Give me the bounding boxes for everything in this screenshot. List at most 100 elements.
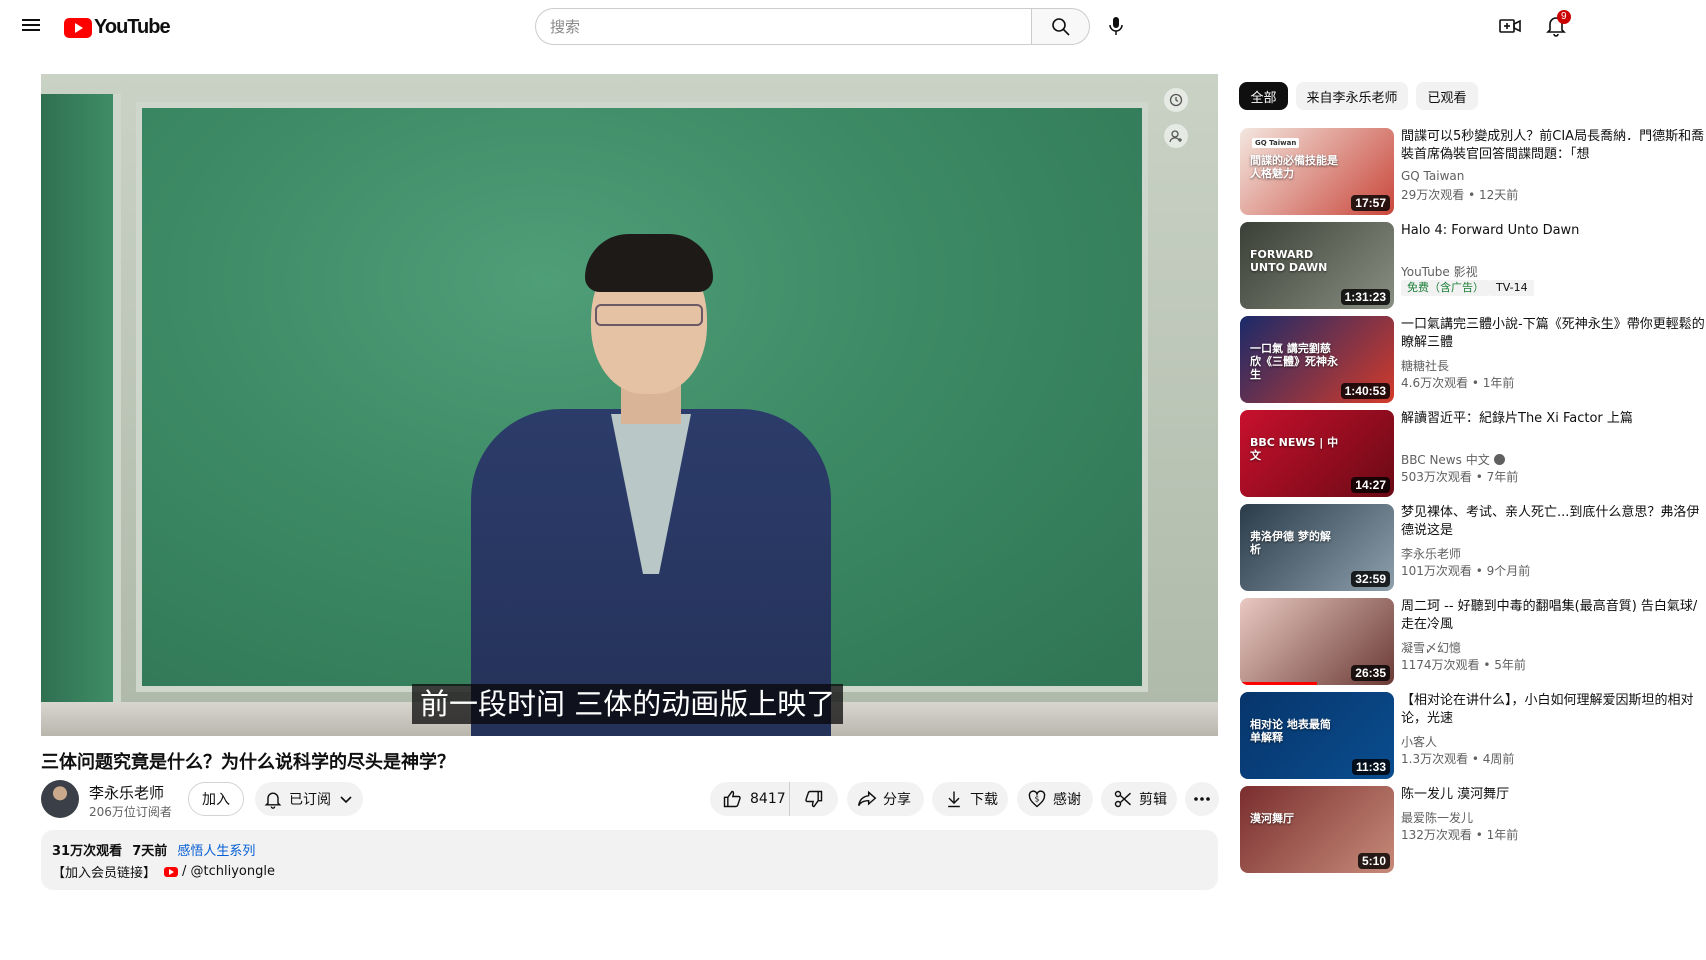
video-subtitle: 前一段时间 三体的动画版上映了 — [412, 684, 844, 724]
recommendation-channel[interactable]: BBC News 中文 — [1401, 451, 1505, 468]
recommendation-title[interactable]: 周二珂 -- 好聽到中毒的翻唱集(最高音質) 告白氣球/走在冷風 — [1401, 598, 1706, 634]
recommendation-channel[interactable]: YouTube 影视 — [1401, 263, 1478, 280]
download-button[interactable]: 下载 — [932, 782, 1008, 816]
share-button[interactable]: 分享 — [847, 782, 924, 816]
recommendation-title[interactable]: 一口氣講完三體小說-下篇《死神永生》帶你更輕鬆的瞭解三體 — [1401, 316, 1706, 352]
thumbnail-text: 間諜的必備技能是人格魅力 — [1250, 154, 1338, 180]
search-icon — [1051, 17, 1070, 36]
upload-time: 7天前 — [132, 844, 168, 859]
share-label: 分享 — [883, 792, 911, 808]
download-icon — [948, 791, 960, 808]
recommendation-title[interactable]: 解讀習近平：紀錄片The Xi Factor 上篇 — [1401, 410, 1706, 428]
more-actions-button[interactable] — [1185, 782, 1219, 816]
thumbs-down-icon — [805, 790, 823, 808]
recommendation-thumbnail[interactable]: 弗洛伊德 梦的解析 32:59 — [1240, 504, 1394, 591]
verified-icon — [1493, 454, 1505, 465]
channel-name[interactable]: 李永乐老师 — [89, 782, 164, 803]
recommendation-thumbnail[interactable]: 漠河舞厅 5:10 — [1240, 786, 1394, 873]
clip-label: 剪辑 — [1139, 792, 1167, 808]
channel-name: GQ Taiwan — [1401, 169, 1465, 183]
recommendation-thumbnail[interactable]: FORWARD UNTO DAWN 1:31:23 — [1240, 222, 1394, 309]
watch-later-button[interactable] — [1164, 88, 1188, 112]
recommendation-meta: 132万次观看 • 1年前 — [1401, 828, 1519, 842]
recommendation-thumbnail[interactable]: GQ Taiwan 間諜的必備技能是人格魅力 17:57 — [1240, 128, 1394, 215]
recommendation-channel[interactable]: 李永乐老师 — [1401, 545, 1461, 562]
recommendation-title[interactable]: 【相对论在讲什么】，小白如何理解爱因斯坦的相对论，光速 — [1401, 692, 1706, 728]
svg-text:$: $ — [1035, 795, 1040, 804]
free-with-ads-badge: 免费（含广告） — [1401, 280, 1490, 296]
recommendation-item[interactable]: FORWARD UNTO DAWN 1:31:23 Halo 4: Forward … — [1240, 222, 1706, 310]
search-input[interactable]: 搜索 — [535, 8, 1032, 45]
recommendation-thumbnail[interactable]: 26:35 — [1240, 598, 1394, 685]
voice-search-button[interactable] — [1100, 10, 1132, 42]
presenter — [471, 234, 851, 736]
thumbnail-text: 漠河舞厅 — [1250, 812, 1294, 825]
recommendation-item[interactable]: GQ Taiwan 間諜的必備技能是人格魅力 17:57 間諜可以5秒變成別人？前CI… — [1240, 128, 1706, 216]
top-bar: YouTube 搜索 9 — [0, 0, 1706, 58]
notification-count-badge: 9 — [1557, 10, 1571, 24]
thumbnail-text: 弗洛伊德 梦的解析 — [1250, 530, 1331, 556]
thumbs-up-icon — [723, 790, 741, 808]
recommendation-meta: 29万次观看 • 12天前 — [1401, 188, 1519, 202]
recommendation-meta: 503万次观看 • 7年前 — [1401, 470, 1519, 484]
chevron-down-icon — [340, 796, 352, 804]
recommendation-title[interactable]: 陈一发儿 漠河舞厅 — [1401, 786, 1706, 804]
recommendation-meta: 4.6万次观看 • 1年前 — [1401, 376, 1515, 390]
recommendation-channel[interactable]: 小客人 — [1401, 733, 1437, 750]
video-duration: 26:35 — [1351, 665, 1390, 681]
chip-from-channel[interactable]: 来自李永乐老师 — [1296, 82, 1408, 110]
recommendation-item[interactable]: 26:35 周二珂 -- 好聽到中毒的翻唱集(最高音質) 告白氣球/走在冷風凝雪〆… — [1240, 598, 1706, 686]
create-button[interactable] — [1498, 14, 1524, 40]
menu-icon[interactable] — [22, 16, 42, 36]
subscribed-button[interactable]: 已订阅 — [255, 782, 363, 816]
recommendation-item[interactable]: 一口氣 講完劉慈欣《三體》死神永生 1:40:53 一口氣講完三體小說-下篇《死神永… — [1240, 316, 1706, 404]
video-duration: 32:59 — [1351, 571, 1390, 587]
recommendation-thumbnail[interactable]: BBC NEWS | 中文 14:27 — [1240, 410, 1394, 497]
like-button[interactable]: 8417 — [710, 782, 790, 816]
presenter-glasses — [595, 304, 703, 326]
queue-icon — [1169, 130, 1182, 143]
dislike-button[interactable] — [790, 782, 838, 816]
youtube-logo[interactable]: YouTube — [64, 16, 171, 39]
recommendation-title[interactable]: 間諜可以5秒變成別人？前CIA局長喬納．門德斯和喬裝首席偽裝官回答間諜問題：「想 — [1401, 128, 1706, 164]
chalkboard-left-panel — [41, 94, 121, 704]
view-count: 31万次观看 — [52, 844, 123, 859]
join-button[interactable]: 加入 — [188, 782, 244, 816]
recommendation-item[interactable]: BBC NEWS | 中文 14:27 解讀習近平：紀錄片The Xi Factor… — [1240, 410, 1706, 498]
description-line: 【加入会员链接】 / @tchliyongle — [52, 862, 1207, 881]
channel-avatar[interactable] — [41, 780, 79, 818]
recommendation-channel[interactable]: 凝雪〆幻憶 — [1401, 639, 1461, 656]
series-link[interactable]: 感悟人生系列 — [177, 844, 255, 859]
content-rating-badge: TV-14 — [1490, 280, 1534, 296]
video-duration: 11:33 — [1351, 759, 1390, 775]
recommendation-channel[interactable]: 糖糖社長 — [1401, 357, 1449, 374]
channel-handle-link[interactable]: / @tchliyongle — [182, 864, 275, 879]
thanks-button[interactable]: $ 感谢 — [1017, 782, 1093, 816]
recommendation-item[interactable]: 弗洛伊德 梦的解析 32:59 梦见裸体、考试、亲人死亡...到底什么意思？弗洛伊德… — [1240, 504, 1706, 592]
subscriber-count: 206万位订阅者 — [89, 805, 172, 819]
recommendation-title[interactable]: 梦见裸体、考试、亲人死亡...到底什么意思？弗洛伊德说这是 — [1401, 504, 1706, 540]
recommendation-channel[interactable]: GQ Taiwan — [1401, 169, 1464, 183]
search-button[interactable] — [1031, 8, 1090, 45]
video-player[interactable]: 前一段时间 三体的动画版上映了 — [41, 74, 1218, 736]
watch-progress-bar — [1240, 682, 1317, 685]
clip-button[interactable]: 剪辑 — [1101, 782, 1177, 816]
download-label: 下载 — [970, 792, 998, 808]
recommendation-meta: 1174万次观看 • 5年前 — [1401, 658, 1526, 672]
thanks-label: 感谢 — [1053, 792, 1081, 808]
recommendation-item[interactable]: 相对论 地表最简单解释 11:33 【相对论在讲什么】，小白如何理解爱因斯坦的相对论… — [1240, 692, 1706, 780]
more-horizontal-icon — [1194, 797, 1210, 801]
recommendation-thumbnail[interactable]: 一口氣 講完劉慈欣《三體》死神永生 1:40:53 — [1240, 316, 1394, 403]
youtube-play-icon — [64, 17, 92, 38]
chip-all[interactable]: 全部 — [1239, 82, 1288, 110]
recommendation-title[interactable]: Halo 4: Forward Unto Dawn — [1401, 222, 1706, 240]
recommendation-thumbnail[interactable]: 相对论 地表最简单解释 11:33 — [1240, 692, 1394, 779]
microphone-icon — [1109, 17, 1123, 35]
member-link-label: 【加入会员链接】 — [52, 866, 157, 881]
add-to-queue-button[interactable] — [1164, 124, 1188, 148]
description-box[interactable]: 31万次观看 7天前 感悟人生系列 【加入会员链接】 / @tchliyongl… — [41, 830, 1218, 890]
channel-name: 最爱陈一发儿 — [1401, 811, 1474, 825]
recommendation-item[interactable]: 漠河舞厅 5:10 陈一发儿 漠河舞厅最爱陈一发儿 132万次观看 • 1年前 — [1240, 786, 1706, 874]
recommendation-channel[interactable]: 最爱陈一发儿 — [1401, 809, 1473, 826]
chip-watched[interactable]: 已观看 — [1416, 82, 1478, 110]
